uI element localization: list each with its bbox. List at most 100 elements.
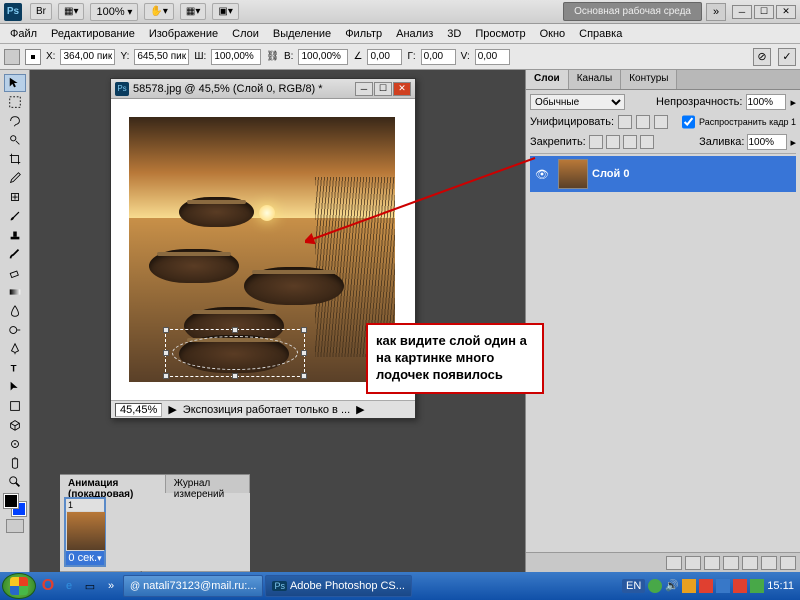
healing-tool[interactable] xyxy=(4,188,26,206)
close-button[interactable]: ✕ xyxy=(776,5,796,19)
view-extras-button[interactable]: ▦▾ xyxy=(58,3,84,20)
quick-mask-button[interactable] xyxy=(6,519,24,533)
layer-visibility-icon[interactable]: 👁 xyxy=(530,168,554,181)
transform-handle[interactable] xyxy=(301,327,307,333)
transform-handle[interactable] xyxy=(163,350,169,356)
menu-select[interactable]: Выделение xyxy=(267,26,337,42)
shape-tool[interactable] xyxy=(4,397,26,415)
layer-mask-icon[interactable] xyxy=(704,556,720,570)
transform-handle[interactable] xyxy=(163,327,169,333)
bridge-button[interactable]: Br xyxy=(30,3,52,20)
tray-network-icon[interactable] xyxy=(716,579,730,593)
transform-handle[interactable] xyxy=(232,327,238,333)
g-input[interactable] xyxy=(421,49,456,65)
opacity-input[interactable] xyxy=(746,94,786,110)
frame-delay[interactable]: 0 сек.▾ xyxy=(66,551,104,565)
menu-help[interactable]: Справка xyxy=(573,26,628,42)
angle-input[interactable] xyxy=(367,49,402,65)
tab-paths[interactable]: Контуры xyxy=(621,70,677,89)
type-tool[interactable]: T xyxy=(4,359,26,377)
transform-handle[interactable] xyxy=(163,373,169,379)
eyedropper-tool[interactable] xyxy=(4,169,26,187)
hand-tool-button[interactable]: ✋▾ xyxy=(144,3,173,20)
lasso-tool[interactable] xyxy=(4,112,26,130)
transform-handle[interactable] xyxy=(301,373,307,379)
tab-animation[interactable]: Анимация (покадровая) xyxy=(60,475,166,493)
zoom-tool[interactable] xyxy=(4,473,26,491)
quick-select-tool[interactable] xyxy=(4,131,26,149)
menu-filter[interactable]: Фильтр xyxy=(339,26,388,42)
unify-visibility-icon[interactable] xyxy=(636,115,650,129)
menu-image[interactable]: Изображение xyxy=(143,26,224,42)
arrange-docs-button[interactable]: ▦▾ xyxy=(180,3,206,20)
blend-mode-select[interactable]: Обычные xyxy=(530,94,625,110)
tray-icon[interactable] xyxy=(750,579,764,593)
doc-maximize-button[interactable]: ☐ xyxy=(374,82,392,96)
tray-volume-icon[interactable]: 🔊 xyxy=(665,579,679,593)
layer-name[interactable]: Слой 0 xyxy=(592,168,629,180)
layer-group-icon[interactable] xyxy=(742,556,758,570)
reference-point-icon[interactable] xyxy=(25,49,41,65)
tab-measurement-log[interactable]: Журнал измерений xyxy=(166,475,250,493)
cancel-transform-button[interactable]: ⊘ xyxy=(753,48,771,66)
history-brush-tool[interactable] xyxy=(4,245,26,263)
x-input[interactable] xyxy=(60,49,115,65)
eraser-tool[interactable] xyxy=(4,264,26,282)
blur-tool[interactable] xyxy=(4,302,26,320)
marquee-tool[interactable] xyxy=(4,93,26,111)
foreground-color[interactable] xyxy=(4,494,18,508)
v-input[interactable] xyxy=(475,49,510,65)
language-indicator[interactable]: EN xyxy=(622,579,645,593)
lock-all-icon[interactable] xyxy=(640,135,654,149)
stamp-tool[interactable] xyxy=(4,226,26,244)
w-input[interactable] xyxy=(211,49,261,65)
layer-thumbnail[interactable] xyxy=(558,159,588,189)
quick-launch-expand-icon[interactable]: » xyxy=(101,575,121,597)
delete-layer-icon[interactable] xyxy=(780,556,796,570)
new-layer-icon[interactable] xyxy=(761,556,777,570)
doc-zoom-value[interactable]: 45,45% xyxy=(115,403,162,417)
adjustment-layer-icon[interactable] xyxy=(723,556,739,570)
tab-channels[interactable]: Каналы xyxy=(569,70,622,89)
gradient-tool[interactable] xyxy=(4,283,26,301)
menu-3d[interactable]: 3D xyxy=(441,26,467,42)
tray-icon[interactable] xyxy=(648,579,662,593)
animation-frame[interactable]: 1 0 сек.▾ xyxy=(64,497,106,567)
tray-icon[interactable] xyxy=(699,579,713,593)
crop-tool[interactable] xyxy=(4,150,26,168)
dodge-tool[interactable] xyxy=(4,321,26,339)
opacity-dropdown-icon[interactable]: ▸ xyxy=(790,96,796,109)
taskbar-clock[interactable]: 15:11 xyxy=(767,580,794,592)
ie-icon[interactable]: e xyxy=(59,575,79,597)
lock-transparency-icon[interactable] xyxy=(589,135,603,149)
lock-position-icon[interactable] xyxy=(623,135,637,149)
fill-input[interactable] xyxy=(747,134,787,150)
layer-row[interactable]: 👁 Слой 0 xyxy=(530,156,796,192)
transform-handle[interactable] xyxy=(232,373,238,379)
h-input[interactable] xyxy=(298,49,348,65)
lock-pixels-icon[interactable] xyxy=(606,135,620,149)
menu-layers[interactable]: Слои xyxy=(226,26,265,42)
canvas[interactable] xyxy=(129,117,395,382)
menu-view[interactable]: Просмотр xyxy=(469,26,531,42)
screen-mode-button[interactable]: ▣▾ xyxy=(212,3,238,20)
doc-minimize-button[interactable]: ─ xyxy=(355,82,373,96)
fill-dropdown-icon[interactable]: ▸ xyxy=(790,136,796,149)
unify-style-icon[interactable] xyxy=(654,115,668,129)
minimize-button[interactable]: ─ xyxy=(732,5,752,19)
menu-edit[interactable]: Редактирование xyxy=(45,26,141,42)
propagate-frame-checkbox[interactable] xyxy=(682,114,695,130)
transform-handle[interactable] xyxy=(301,350,307,356)
link-wh-icon[interactable]: ⛓ xyxy=(266,51,279,62)
doc-status-arrow-icon[interactable]: ▶ xyxy=(168,403,176,416)
pen-tool[interactable] xyxy=(4,340,26,358)
document-titlebar[interactable]: Ps 58578.jpg @ 45,5% (Слой 0, RGB/8) * ─… xyxy=(111,79,415,99)
y-input[interactable] xyxy=(134,49,189,65)
link-layers-icon[interactable] xyxy=(666,556,682,570)
3d-camera-tool[interactable] xyxy=(4,435,26,453)
workspace-switcher[interactable]: Основная рабочая среда xyxy=(563,2,702,21)
show-desktop-icon[interactable]: ▭ xyxy=(80,575,100,597)
commit-transform-button[interactable]: ✓ xyxy=(778,48,796,66)
opera-icon[interactable]: O xyxy=(38,575,58,597)
maximize-button[interactable]: ☐ xyxy=(754,5,774,19)
